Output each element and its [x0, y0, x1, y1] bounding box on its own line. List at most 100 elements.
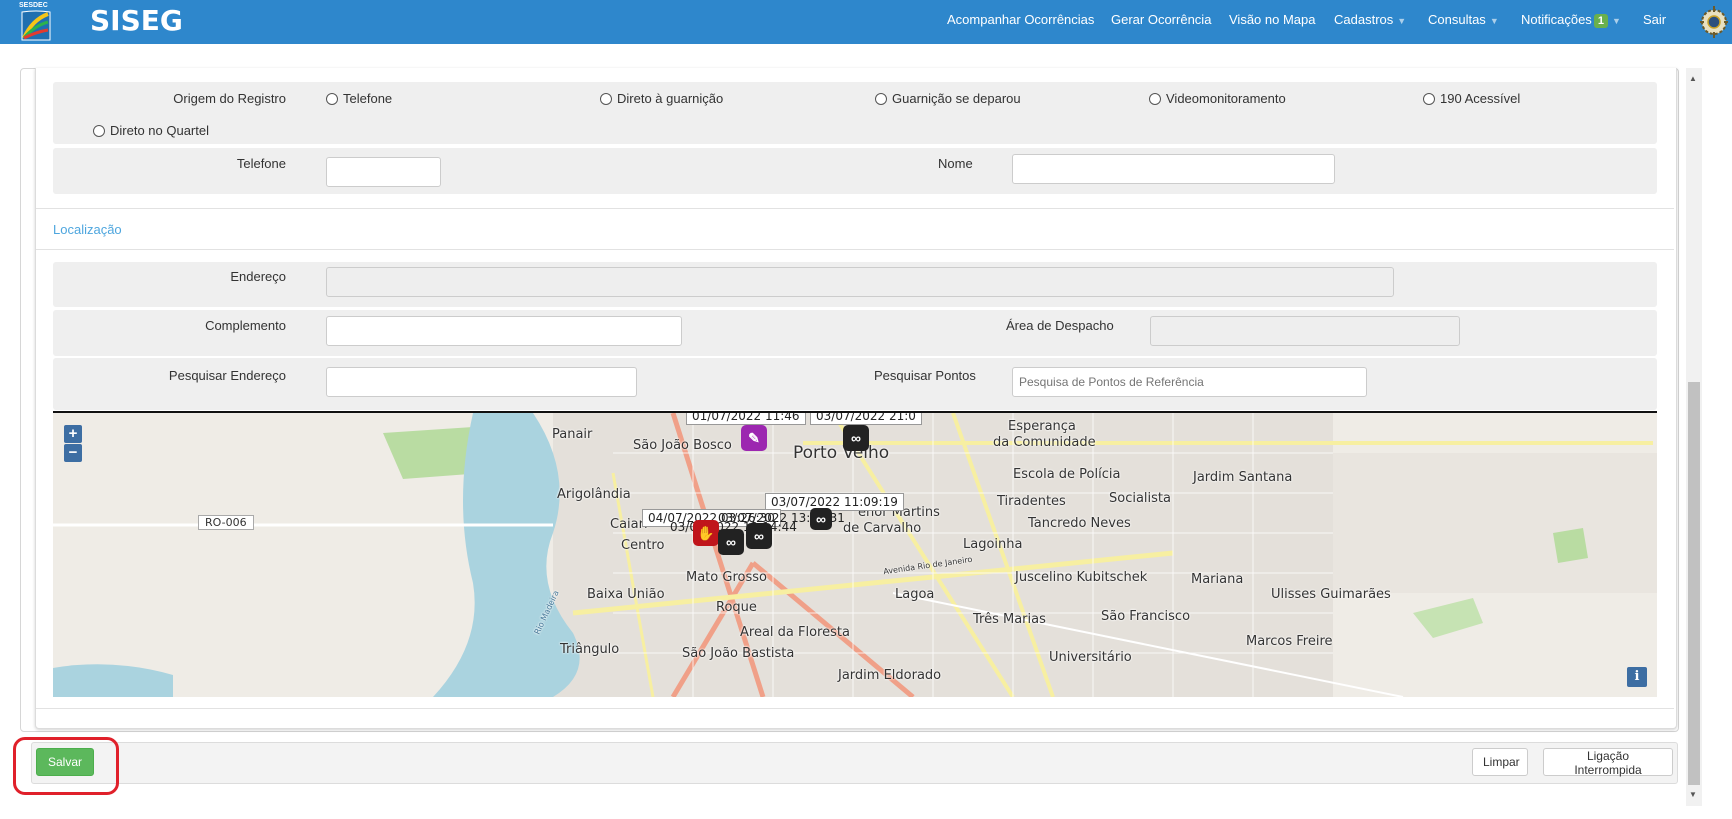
zoom-out-button[interactable]: − — [64, 444, 82, 462]
dispatch-area-input[interactable] — [1150, 316, 1460, 346]
occurrence-tooltip: 03/07/2022 21:0 — [810, 413, 922, 425]
map-label: Triângulo — [560, 642, 620, 657]
map-info-button[interactable]: i — [1627, 667, 1647, 687]
radio-direto-no-quartel[interactable]: Direto no Quartel — [93, 123, 209, 138]
radio-guarnicao-se-deparou[interactable]: Guarnição se deparou — [875, 91, 1021, 106]
radio-label: Telefone — [343, 91, 393, 106]
nav-consultas-label: Consultas — [1428, 12, 1486, 27]
complement-label: Complemento — [205, 318, 286, 333]
map-label: Três Marias — [973, 612, 1046, 627]
name-label: Nome — [938, 156, 973, 171]
origin-row — [53, 82, 1657, 144]
map-label: São João Bosco — [633, 438, 732, 453]
radio-label: 190 Acessível — [1440, 91, 1521, 106]
map-label: Marcos Freire — [1246, 634, 1333, 649]
radio-videomonitoramento[interactable]: Videomonitoramento — [1149, 91, 1286, 106]
phone-input[interactable] — [326, 157, 441, 187]
search-address-input[interactable] — [326, 367, 637, 397]
radio-telefone[interactable]: Telefone — [326, 91, 392, 106]
nav-visao-no-mapa[interactable]: Visão no Mapa — [1229, 12, 1316, 27]
search-points-input[interactable] — [1012, 367, 1367, 397]
map-label: Mariana — [1191, 572, 1244, 587]
complement-input[interactable] — [326, 316, 682, 346]
search-row — [53, 358, 1657, 410]
address-label: Endereço — [230, 269, 286, 284]
map-label: Roque — [716, 600, 757, 615]
nav-sair[interactable]: Sair — [1643, 12, 1666, 27]
robbery-marker-icon[interactable]: ✋ — [693, 520, 719, 546]
notification-count-badge: 1 — [1593, 14, 1608, 28]
radio-direto-guarnicao[interactable]: Direto à guarnição — [600, 91, 723, 106]
map-label: Tiradentes — [997, 494, 1066, 509]
radio-circle-icon — [326, 92, 338, 105]
top-navbar: SESDEC SISEG Acompanhar Ocorrências Gera… — [0, 0, 1732, 44]
clear-button[interactable]: Limpar — [1472, 748, 1528, 776]
map-label: de Carvalho — [843, 521, 922, 536]
map-label: Escola de Polícia — [1013, 467, 1121, 482]
mask-marker-icon[interactable]: ∞ — [810, 508, 832, 530]
section-divider — [36, 249, 1674, 250]
nav-consultas[interactable]: Consultas ▼ — [1428, 12, 1499, 27]
highlight-annotation — [13, 737, 119, 795]
map-label: Jardim Eldorado — [838, 668, 942, 683]
radio-label: Direto no Quartel — [110, 123, 209, 138]
nav-gerar-ocorrencia[interactable]: Gerar Ocorrência — [1111, 12, 1211, 27]
name-input[interactable] — [1012, 154, 1335, 184]
address-input[interactable] — [326, 267, 1394, 297]
map-label: Universitário — [1049, 650, 1132, 665]
nav-cadastros[interactable]: Cadastros ▼ — [1334, 12, 1406, 27]
call-interrupted-button[interactable]: Ligação Interrompida — [1543, 748, 1673, 777]
scrollbar-thumb[interactable] — [1688, 382, 1700, 785]
chevron-down-icon: ▼ — [1489, 16, 1499, 26]
map-label: São João Bastista — [682, 646, 795, 661]
mask-marker-icon[interactable]: ∞ — [746, 523, 772, 549]
map-label: Esperança — [1008, 419, 1076, 434]
chevron-down-icon: ▼ — [1397, 16, 1407, 26]
nav-acompanhar-ocorrencias[interactable]: Acompanhar Ocorrências — [947, 12, 1094, 27]
phone-label: Telefone — [236, 156, 286, 171]
section-divider — [36, 708, 1674, 709]
radio-circle-icon — [1149, 92, 1161, 105]
radio-circle-icon — [875, 92, 887, 105]
map-label: Lagoa — [895, 587, 935, 602]
scroll-up-arrow-icon[interactable]: ▲ — [1689, 74, 1697, 83]
map-label: Areal da Floresta — [740, 625, 850, 640]
map-label: Centro — [621, 538, 665, 553]
search-points-label: Pesquisar Pontos — [874, 368, 976, 383]
map-label: Arigolândia — [557, 487, 631, 502]
map-label: Ulisses Guimarães — [1271, 587, 1391, 602]
chevron-down-icon: ▼ — [1611, 16, 1621, 26]
mask-marker-icon[interactable]: ∞ — [718, 529, 744, 555]
section-divider — [36, 208, 1674, 209]
nav-notificacoes[interactable]: Notificações 1 ▼ — [1521, 12, 1621, 28]
occurrence-tooltip: 03/07/2022 11:09:19 — [765, 493, 904, 511]
map-label: da Comunidade — [993, 435, 1096, 450]
app-title[interactable]: SISEG — [90, 4, 183, 37]
radio-label: Guarnição se deparou — [892, 91, 1021, 106]
map-label: São Francisco — [1101, 609, 1191, 624]
mask-marker-icon[interactable]: ∞ — [843, 425, 869, 451]
zoom-in-button[interactable]: + — [64, 425, 82, 443]
location-section-heading[interactable]: Localização — [53, 222, 122, 237]
sesdec-logo-icon[interactable]: SESDEC — [18, 0, 54, 42]
police-badge-icon[interactable] — [1698, 4, 1730, 40]
action-bar — [31, 742, 1678, 784]
map-label: Mato Grosso — [686, 570, 767, 585]
radio-label: Direto à guarnição — [617, 91, 724, 106]
radio-circle-icon — [1423, 92, 1435, 105]
scroll-down-arrow-icon[interactable]: ▼ — [1689, 790, 1697, 799]
search-address-label: Pesquisar Endereço — [168, 368, 286, 383]
map-label: Tancredo Neves — [1028, 516, 1131, 531]
map-label: Socialista — [1109, 491, 1171, 506]
syringe-marker-icon[interactable]: ✎ — [741, 425, 767, 451]
radio-190-acessivel[interactable]: 190 Acessível — [1423, 91, 1520, 106]
svg-text:SESDEC: SESDEC — [19, 2, 48, 9]
radio-circle-icon — [600, 92, 612, 105]
radio-label: Videomonitoramento — [1166, 91, 1286, 106]
nav-cadastros-label: Cadastros — [1334, 12, 1394, 27]
occurrence-map[interactable]: + − Panair São João Bosco Porto Velho Es… — [53, 411, 1657, 697]
radio-circle-icon — [93, 124, 105, 137]
origin-label: Origem do Registro — [173, 91, 286, 106]
road-label: RO-006 — [198, 515, 254, 530]
map-label: Panair — [552, 427, 593, 442]
